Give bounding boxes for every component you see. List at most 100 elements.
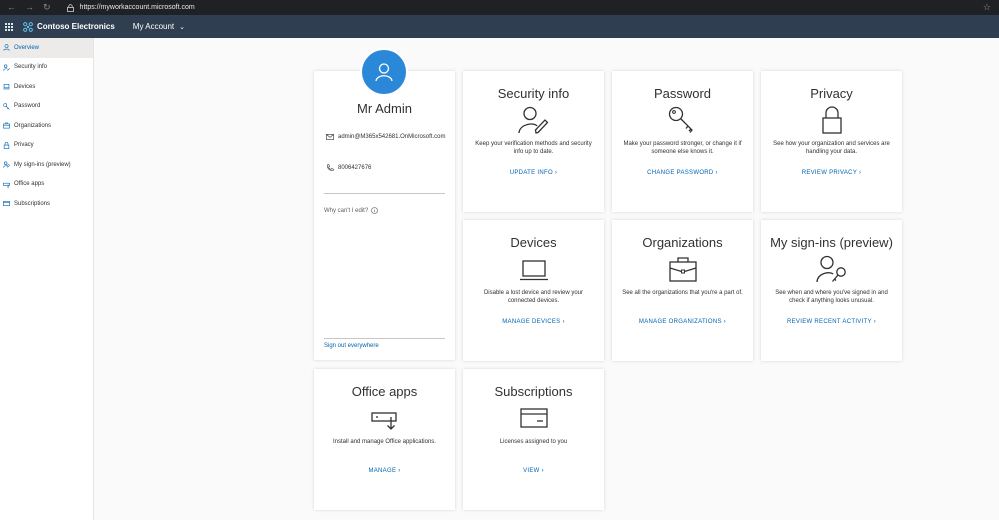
app-launcher-icon[interactable]: [5, 22, 13, 31]
mail-icon: [326, 134, 334, 140]
sidebar-item-office-apps[interactable]: Office apps: [0, 175, 93, 195]
card-title: Organizations: [642, 235, 723, 250]
signins-icon: [3, 161, 10, 168]
chevron-right-icon: ›: [554, 170, 558, 176]
contoso-logo-icon: [23, 21, 33, 32]
card-description: See when and where you've signed in and …: [775, 290, 888, 304]
card-description: Licenses assigned to you: [499, 439, 568, 445]
chevron-right-icon: ›: [723, 319, 727, 325]
card-description: Disable a lost device and review your co…: [483, 290, 584, 304]
update-info-link[interactable]: UPDATE INFO ›: [510, 170, 557, 176]
divider: [324, 338, 445, 339]
lock-icon: [66, 3, 74, 12]
phone-icon: [327, 164, 334, 171]
privacy-card: Privacy See how your organization and se…: [761, 71, 902, 212]
manage-office-apps-link[interactable]: MANAGE ›: [368, 468, 400, 474]
profile-email: admin@M365x542681.OnMicrosoft.com: [338, 134, 446, 140]
bookmark-star-icon[interactable]: ☆: [983, 0, 991, 15]
person-icon: [3, 44, 10, 52]
address-bar[interactable]: https://myworkaccount.microsoft.com: [66, 3, 195, 12]
back-icon[interactable]: ←: [7, 0, 16, 15]
chevron-right-icon: ›: [873, 319, 876, 325]
user-key-icon: [815, 255, 846, 283]
card-title: Security info: [497, 86, 570, 101]
sidebar-item-label: Organizations: [14, 122, 52, 129]
organizations-card: Organizations See all the organizations …: [612, 220, 753, 361]
card-description: Install and manage Office applications.: [333, 439, 436, 445]
link-label: REVIEW PRIVACY: [801, 170, 858, 176]
account-menu-label: My Account: [132, 22, 175, 31]
info-icon: [371, 207, 378, 214]
card-description: See all the organizations that you're a …: [622, 290, 743, 296]
office-apps-card: Office apps Install and manage Office ap…: [314, 369, 455, 510]
chevron-down-icon: ⌄: [179, 23, 186, 31]
devices-card: Devices Disable a lost device and review…: [463, 220, 604, 361]
sidebar-item-label: Password: [14, 103, 41, 110]
manage-devices-link[interactable]: MANAGE DEVICES ›: [502, 319, 565, 325]
chevron-right-icon: ›: [541, 468, 544, 474]
profile-name: Mr Admin: [357, 101, 412, 116]
view-subscriptions-link[interactable]: VIEW ›: [523, 468, 544, 474]
chevron-right-icon: ›: [398, 468, 401, 474]
card-title: Devices: [510, 235, 557, 250]
review-recent-activity-link[interactable]: REVIEW RECENT ACTIVITY ›: [787, 319, 876, 325]
app-header: Contoso Electronics My Account ⌄: [0, 15, 999, 38]
link-label: MANAGE ORGANIZATIONS: [638, 319, 722, 325]
sign-out-everywhere-link[interactable]: Sign out everywhere: [324, 343, 379, 349]
sidebar-item-overview[interactable]: Overview: [0, 38, 93, 58]
sidebar-item-privacy[interactable]: Privacy: [0, 136, 93, 156]
laptop-icon: [519, 260, 548, 281]
forward-icon[interactable]: →: [25, 0, 34, 15]
sidebar-item-label: Devices: [14, 83, 36, 90]
security-icon: [3, 64, 10, 71]
why-cant-edit-link[interactable]: Why can't I edit?: [324, 207, 378, 214]
avatar: [360, 48, 408, 96]
review-privacy-link[interactable]: REVIEW PRIVACY ›: [802, 170, 862, 176]
lock-icon: [821, 106, 842, 134]
sidebar-item-security-info[interactable]: Security info: [0, 58, 93, 78]
link-label: MANAGE: [368, 468, 397, 474]
sidebar: Overview Security info Devices Password …: [0, 38, 94, 520]
account-menu[interactable]: My Account ⌄: [133, 22, 185, 31]
sidebar-item-password[interactable]: Password: [0, 97, 93, 117]
briefcase-icon: [668, 257, 697, 282]
key-icon: [3, 103, 10, 110]
profile-phone: 8006427676: [338, 165, 372, 171]
chevron-right-icon: ›: [562, 319, 565, 325]
browser-nav: ← → ↻: [0, 0, 51, 15]
profile-card: Mr Admin admin@M365x542681.OnMicrosoft.c…: [314, 48, 455, 360]
user-edit-icon: [517, 106, 548, 134]
card-description: Make your password stronger, or change i…: [623, 141, 742, 155]
my-sign-ins-card: My sign-ins (preview) See when and where…: [761, 220, 902, 361]
password-card: Password Make your password stronger, or…: [612, 71, 753, 212]
sidebar-item-label: Subscriptions: [14, 200, 51, 207]
brand[interactable]: Contoso Electronics: [23, 21, 115, 32]
subscriptions-card: Subscriptions Licenses assigned to you V…: [463, 369, 604, 510]
change-password-link[interactable]: CHANGE PASSWORD ›: [647, 170, 718, 176]
card-title: My sign-ins (preview): [770, 235, 893, 250]
link-label: CHANGE PASSWORD: [647, 170, 714, 176]
sidebar-item-my-sign-ins[interactable]: My sign-ins (preview): [0, 155, 93, 175]
sidebar-item-devices[interactable]: Devices: [0, 77, 93, 97]
card-description: See how your organization and services a…: [773, 141, 890, 155]
divider: [324, 193, 445, 194]
sidebar-item-label: Overview: [14, 44, 40, 51]
chevron-right-icon: ›: [858, 170, 862, 176]
why-cant-edit-text: Why can't I edit?: [324, 207, 369, 214]
laptop-icon: [3, 84, 10, 90]
manage-organizations-link[interactable]: MANAGE ORGANIZATIONS ›: [639, 319, 726, 325]
sidebar-item-organizations[interactable]: Organizations: [0, 116, 93, 136]
brand-name: Contoso Electronics: [37, 22, 115, 31]
security-info-card: Security info Keep your verification met…: [463, 71, 604, 212]
url-text: https://myworkaccount.microsoft.com: [79, 4, 195, 11]
card-title: Password: [653, 86, 712, 101]
link-label: UPDATE INFO: [509, 170, 553, 176]
main-content: Mr Admin admin@M365x542681.OnMicrosoft.c…: [94, 38, 999, 520]
install-icon: [370, 412, 397, 430]
reload-icon[interactable]: ↻: [43, 0, 51, 15]
phone-row: 8006427676: [326, 164, 371, 172]
key-icon: [668, 106, 693, 133]
sidebar-item-subscriptions[interactable]: Subscriptions: [0, 194, 93, 214]
briefcase-icon: [3, 122, 10, 129]
card-icon: [3, 201, 10, 207]
